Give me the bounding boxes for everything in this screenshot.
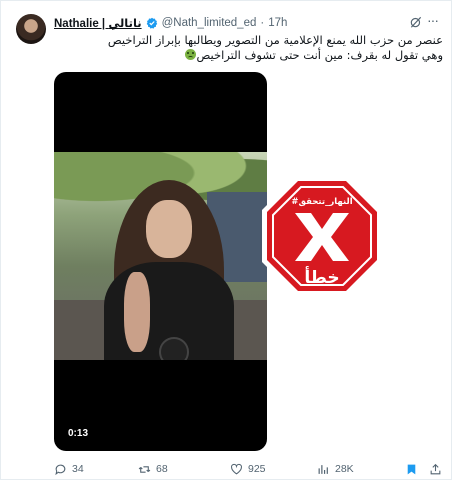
tweet-text: عنصر من حزب الله يمنع الإعلامية من التصو… (107, 33, 443, 63)
reply-button[interactable]: 34 (54, 463, 84, 476)
retweet-icon (138, 465, 151, 473)
author-display-name[interactable]: Nathalie | ناتالي (54, 16, 142, 30)
tweet-timestamp[interactable]: 17h (268, 17, 287, 29)
more-icon[interactable]: ··· (427, 13, 443, 29)
tweet-header: Nathalie | ناتالي @Nath_limited_ed · 17h (54, 14, 411, 32)
reply-count: 34 (72, 463, 84, 475)
video-frame (54, 152, 267, 360)
share-icon (430, 463, 441, 474)
tweet-text-line-2: وهي تقول له بقرف: مين أنت حتى تشوف الترا… (111, 48, 443, 63)
retweet-button[interactable]: 68 (138, 463, 168, 476)
fact-check-false-stamp: #النهار_تتحقق خطأ (262, 176, 382, 296)
tweet-text-line-2-text: وهي تقول له بقرف: مين أنت حتى تشوف الترا… (196, 48, 443, 62)
grok-icon[interactable] (409, 15, 423, 29)
stamp-hashtag: #النهار_تتحقق (291, 197, 352, 207)
views-count: 28K (335, 463, 354, 475)
action-bar: 34 68 925 28K (54, 461, 441, 477)
microphone-icon (159, 337, 189, 360)
video-player[interactable]: 0:13 (54, 72, 267, 451)
author-handle[interactable]: @Nath_limited_ed (162, 17, 257, 29)
like-count: 925 (248, 463, 266, 475)
video-duration: 0:13 (68, 428, 89, 439)
reply-icon (55, 464, 66, 475)
verified-badge-icon (146, 17, 157, 29)
tweet-text-line-1: عنصر من حزب الله يمنع الإعلامية من التصو… (107, 33, 443, 47)
separator-dot: · (260, 17, 265, 29)
bookmark-icon (407, 464, 416, 474)
views-button[interactable]: 28K (317, 463, 354, 476)
bookmark-button[interactable] (405, 463, 418, 476)
share-button[interactable] (429, 463, 442, 476)
tweet-card[interactable]: Nathalie | ناتالي @Nath_limited_ed · 17h… (0, 0, 452, 480)
retweet-count: 68 (156, 463, 168, 475)
like-button[interactable]: 925 (230, 463, 266, 476)
avatar[interactable] (16, 14, 46, 44)
heart-icon (231, 463, 242, 474)
views-icon (318, 464, 328, 474)
nauseated-face-icon (185, 49, 197, 60)
stamp-verdict: خطأ (304, 266, 339, 288)
